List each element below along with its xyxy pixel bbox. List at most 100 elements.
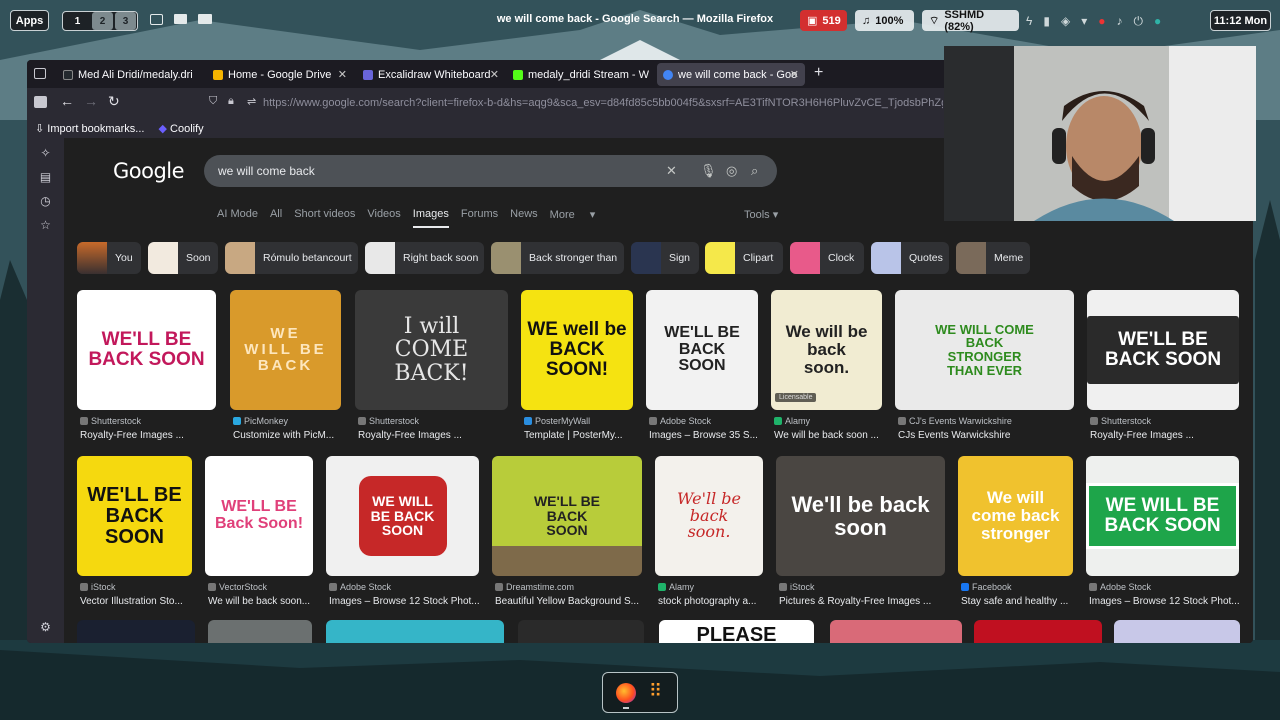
tab-videos[interactable]: Videos [367, 208, 400, 228]
tab-more[interactable]: More ▾ [550, 208, 596, 228]
new-tab-icon[interactable]: + [814, 64, 823, 82]
sidebar-toggle-icon[interactable] [34, 96, 47, 108]
result-image[interactable]: WE WILL BE BACK SOON [326, 456, 479, 576]
notification-badge[interactable]: ▣ 519 [800, 10, 847, 31]
tab-all[interactable]: All [270, 208, 282, 228]
chip-back-stronger[interactable]: Back stronger than [491, 242, 624, 274]
microphone-icon[interactable]: 🎙︎ [700, 163, 717, 179]
tab-google-drive[interactable]: Home - Google Drive ✕ [207, 63, 353, 86]
shield-icon[interactable]: ⛉ [209, 95, 217, 108]
bookmark-import[interactable]: ⇩ Import bookmarks... [35, 122, 144, 135]
image-result[interactable] [830, 620, 962, 643]
result-source[interactable]: Alamy [658, 582, 694, 592]
close-icon[interactable]: ✕ [790, 68, 799, 81]
google-logo[interactable]: Google [113, 159, 185, 183]
result-image[interactable]: WE'LL BE BACK SOON [646, 290, 758, 410]
chart-icon[interactable]: ▮ [1043, 14, 1050, 28]
result-source[interactable]: iStock [80, 582, 116, 592]
chip-you[interactable]: You [77, 242, 141, 274]
app-grid-icon[interactable]: ⠿ [649, 681, 662, 702]
volume-indicator[interactable]: ♫ 100% [855, 10, 914, 31]
result-image[interactable]: We'll be back soon [776, 456, 945, 576]
lens-icon[interactable]: ◎ [726, 163, 737, 179]
forward-icon[interactable]: → [84, 93, 98, 109]
result-title[interactable]: Royalty-Free Images ... [80, 430, 219, 441]
apps-button[interactable]: Apps [10, 10, 49, 31]
network-icon[interactable]: ▾ [1081, 14, 1087, 28]
result-image[interactable]: WE'LL BE BACK SOON [77, 456, 192, 576]
synced-tabs-icon[interactable]: ▤ [39, 170, 52, 184]
image-result[interactable] [326, 620, 504, 643]
image-result[interactable]: PLEASE [659, 620, 814, 643]
result-title[interactable]: Royalty-Free Images ... [358, 430, 511, 441]
power-icon[interactable]: ⏻ [1133, 14, 1143, 29]
result-image[interactable]: WE'LL BE Back Soon! [205, 456, 313, 576]
result-title[interactable]: Images – Browse 12 Stock Phot... [329, 596, 482, 607]
result-image[interactable]: WE WILL COME BACK STRONGER THAN EVER [895, 290, 1074, 410]
record-icon[interactable]: ● [1098, 14, 1105, 28]
result-title[interactable]: Beautiful Yellow Background S... [495, 596, 645, 607]
window-icon[interactable] [150, 14, 163, 25]
layers-icon[interactable]: ◈ [1061, 14, 1070, 28]
result-image[interactable]: WE well be BACK SOON! [521, 290, 633, 410]
result-title[interactable]: Images – Browse 12 Stock Phot... [1089, 596, 1242, 607]
result-source[interactable]: Shutterstock [358, 416, 419, 426]
result-source[interactable]: Adobe Stock [1089, 582, 1151, 592]
tools-button[interactable]: Tools ▾ [744, 208, 778, 221]
clock[interactable]: 11:12 Mon [1210, 10, 1271, 31]
result-title[interactable]: Royalty-Free Images ... [1090, 430, 1242, 441]
history-icon[interactable]: ◷ [39, 194, 52, 208]
image-result[interactable] [77, 620, 195, 643]
result-image[interactable]: I will COME BACK! [355, 290, 508, 410]
result-source[interactable]: Shutterstock [1090, 416, 1151, 426]
result-title[interactable]: We will be back soon... [208, 596, 316, 607]
result-source[interactable]: iStock [779, 582, 815, 592]
chip-meme[interactable]: Meme [956, 242, 1030, 274]
result-title[interactable]: Customize with PicM... [233, 430, 344, 441]
image-result[interactable] [208, 620, 312, 643]
search-icon[interactable]: ⌕ [751, 163, 758, 179]
workspace-3[interactable]: 3 [115, 12, 136, 30]
permissions-icon[interactable]: ⇌ [247, 95, 256, 108]
result-source[interactable]: PosterMyWall [524, 416, 590, 426]
url-bar[interactable]: https://www.google.com/search?client=fir… [263, 92, 943, 114]
result-image[interactable]: We'll be back soon. [655, 456, 763, 576]
folder-icon[interactable] [198, 14, 212, 24]
back-icon[interactable]: ← [60, 93, 74, 109]
result-title[interactable]: We will be back soon ... [774, 430, 885, 441]
bookmarks-icon[interactable]: ☆ [39, 218, 52, 232]
tab-google-search[interactable]: we will come back - Goo ✕ [657, 63, 805, 86]
tab-kick-stream[interactable]: medaly_dridi Stream - W [507, 63, 657, 86]
result-image[interactable]: WE'LL BE BACK SOON [77, 290, 216, 410]
result-source[interactable]: Adobe Stock [649, 416, 711, 426]
clear-icon[interactable]: ✕ [666, 163, 677, 179]
tab-ai-mode[interactable]: AI Mode [217, 208, 258, 228]
ai-chat-icon[interactable]: ✧ [39, 146, 52, 160]
bolt-icon[interactable]: ϟ [1026, 14, 1032, 28]
wifi-indicator[interactable]: ⌔ SSHMD (82%) [922, 9, 1019, 33]
chip-soon[interactable]: Soon [148, 242, 218, 274]
tab-short-videos[interactable]: Short videos [294, 208, 355, 228]
result-title[interactable]: Template | PosterMy... [524, 430, 636, 441]
chip-sign[interactable]: Sign [631, 242, 699, 274]
chip-right-back-soon[interactable]: Right back soon [365, 242, 484, 274]
result-title[interactable]: Pictures & Royalty-Free Images ... [779, 596, 948, 607]
chip-clipart[interactable]: Clipart [705, 242, 783, 274]
settings-icon[interactable]: ⚙ [39, 620, 52, 634]
firefox-icon[interactable] [616, 683, 636, 703]
result-source[interactable]: Adobe Stock [329, 582, 391, 592]
result-image[interactable]: We will come back stronger [958, 456, 1073, 576]
result-source[interactable]: Shutterstock [80, 416, 141, 426]
result-image[interactable]: WE'LL BE BACK SOON [492, 456, 642, 576]
image-result[interactable] [1114, 620, 1240, 643]
search-input[interactable]: we will come back [218, 164, 315, 178]
result-source[interactable]: Dreamstime.com [495, 582, 574, 592]
tab-overview-icon[interactable] [34, 68, 46, 79]
search-box[interactable]: we will come back ✕ 🎙︎ ◎ ⌕ [204, 155, 777, 187]
chip-clock[interactable]: Clock [790, 242, 864, 274]
result-title[interactable]: Images – Browse 35 S... [649, 430, 761, 441]
tab-news[interactable]: News [510, 208, 538, 228]
result-source[interactable]: Alamy [774, 416, 810, 426]
result-source[interactable]: VectorStock [208, 582, 267, 592]
avatar-icon[interactable]: ● [1154, 14, 1161, 28]
